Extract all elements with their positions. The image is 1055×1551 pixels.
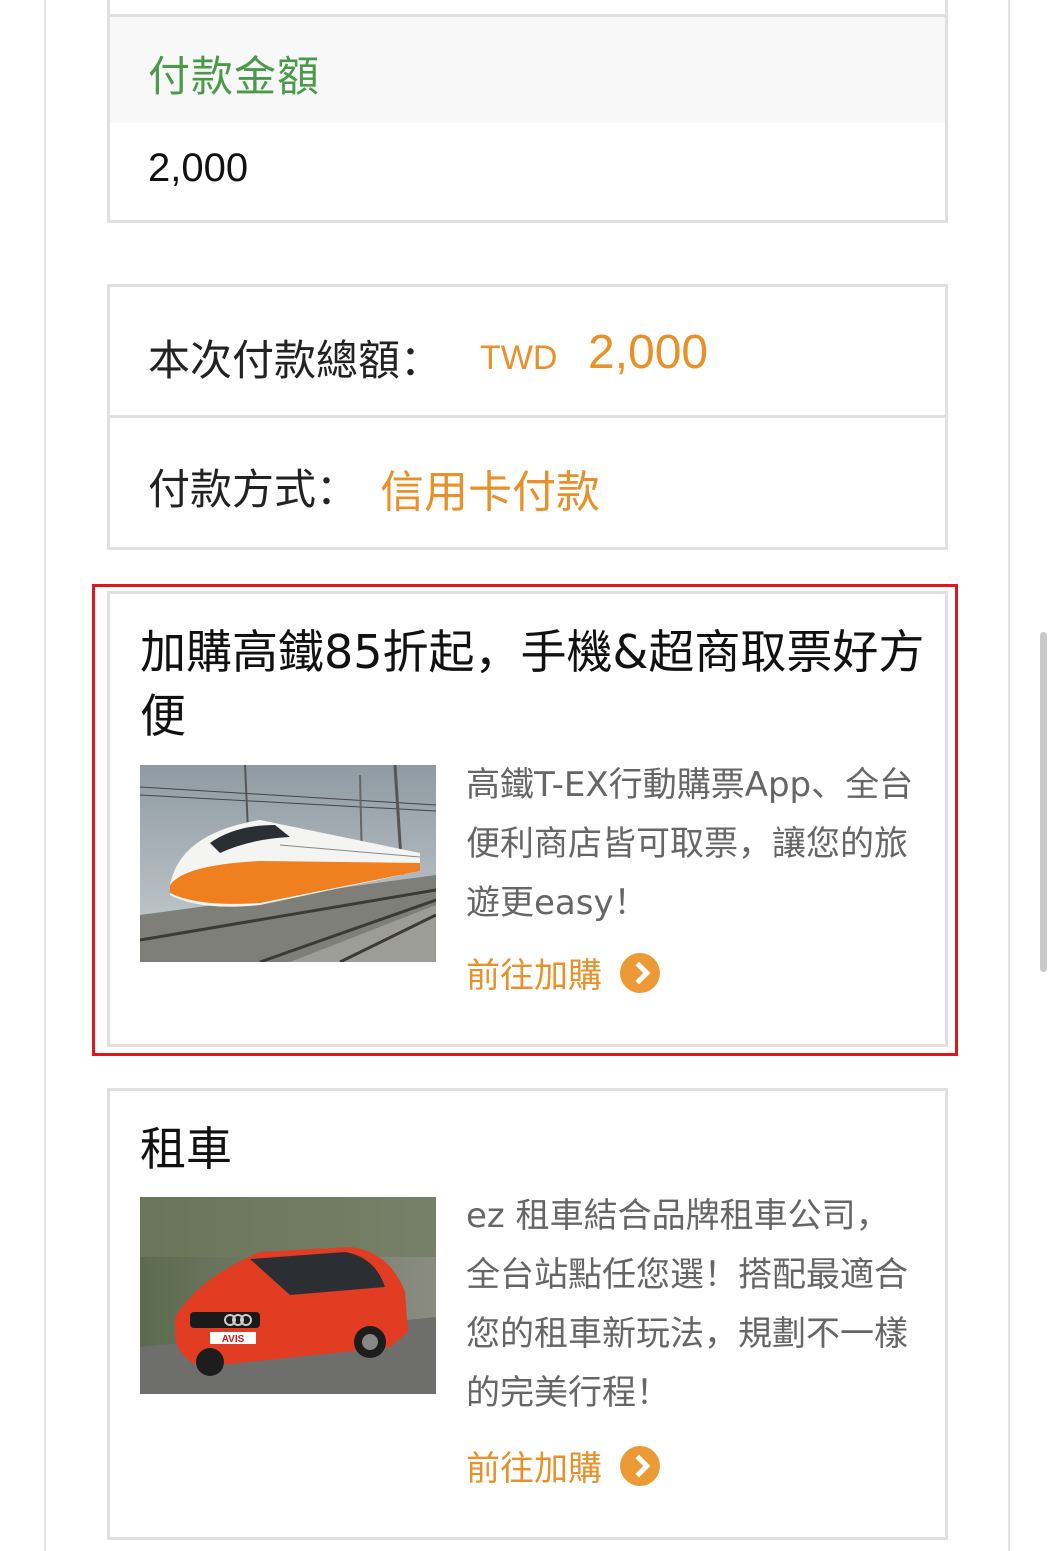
total-amount: 2,000 (588, 326, 709, 379)
promo-card-thsr: 加購高鐵85折起，手機&超商取票好方便 高鐵T-EX行動購票App、全台便利商店… (107, 591, 948, 1047)
promo-description: 高鐵T-EX行動購票App、全台便利商店皆可取票，讓您的旅遊更easy！ (466, 765, 914, 923)
promo-description: ez 租車結合品牌租車公司，全台站點任您選！搭配最適合您的租車新玩法，規劃不一樣… (466, 1196, 908, 1413)
total-row: 本次付款總額： TWD 2,000 (110, 287, 945, 418)
payment-method-row: 付款方式： 信用卡付款 (110, 418, 945, 547)
payment-summary-panel: 本次付款總額： TWD 2,000 付款方式： 信用卡付款 (107, 284, 948, 550)
high-speed-train-image[interactable] (140, 765, 436, 962)
promo-card-car-rental: 租車 AVIS ez 租車結合品牌租車公司，全台站點任您選！搭配最適合您的租車新… (107, 1088, 948, 1540)
payment-amount-value: 2,000 (148, 146, 249, 190)
purchase-link-thsr[interactable]: 前往加購 (466, 948, 660, 997)
chevron-right-icon (620, 1445, 660, 1486)
promo-title: 租車 (140, 1122, 232, 1176)
purchase-link-label: 前往加購 (466, 956, 602, 996)
chevron-right-icon (620, 952, 660, 993)
total-label: 本次付款總額： (148, 336, 443, 385)
payment-method-value: 信用卡付款 (380, 467, 600, 518)
purchase-link-car-rental[interactable]: 前往加購 (466, 1441, 660, 1490)
payment-method-label: 付款方式： (148, 465, 359, 514)
payment-amount-panel: 付款金額 2,000 (107, 0, 948, 223)
red-car-image[interactable]: AVIS (140, 1197, 436, 1394)
svg-text:AVIS: AVIS (222, 1334, 245, 1345)
purchase-link-label: 前往加購 (466, 1449, 602, 1489)
payment-amount-label: 付款金額 (148, 52, 321, 101)
scrollbar[interactable] (1040, 632, 1047, 972)
promo-title: 加購高鐵85折起，手機&超商取票好方便 (140, 625, 925, 743)
payment-amount-header: 付款金額 (110, 14, 945, 123)
currency-code: TWD (480, 339, 558, 377)
